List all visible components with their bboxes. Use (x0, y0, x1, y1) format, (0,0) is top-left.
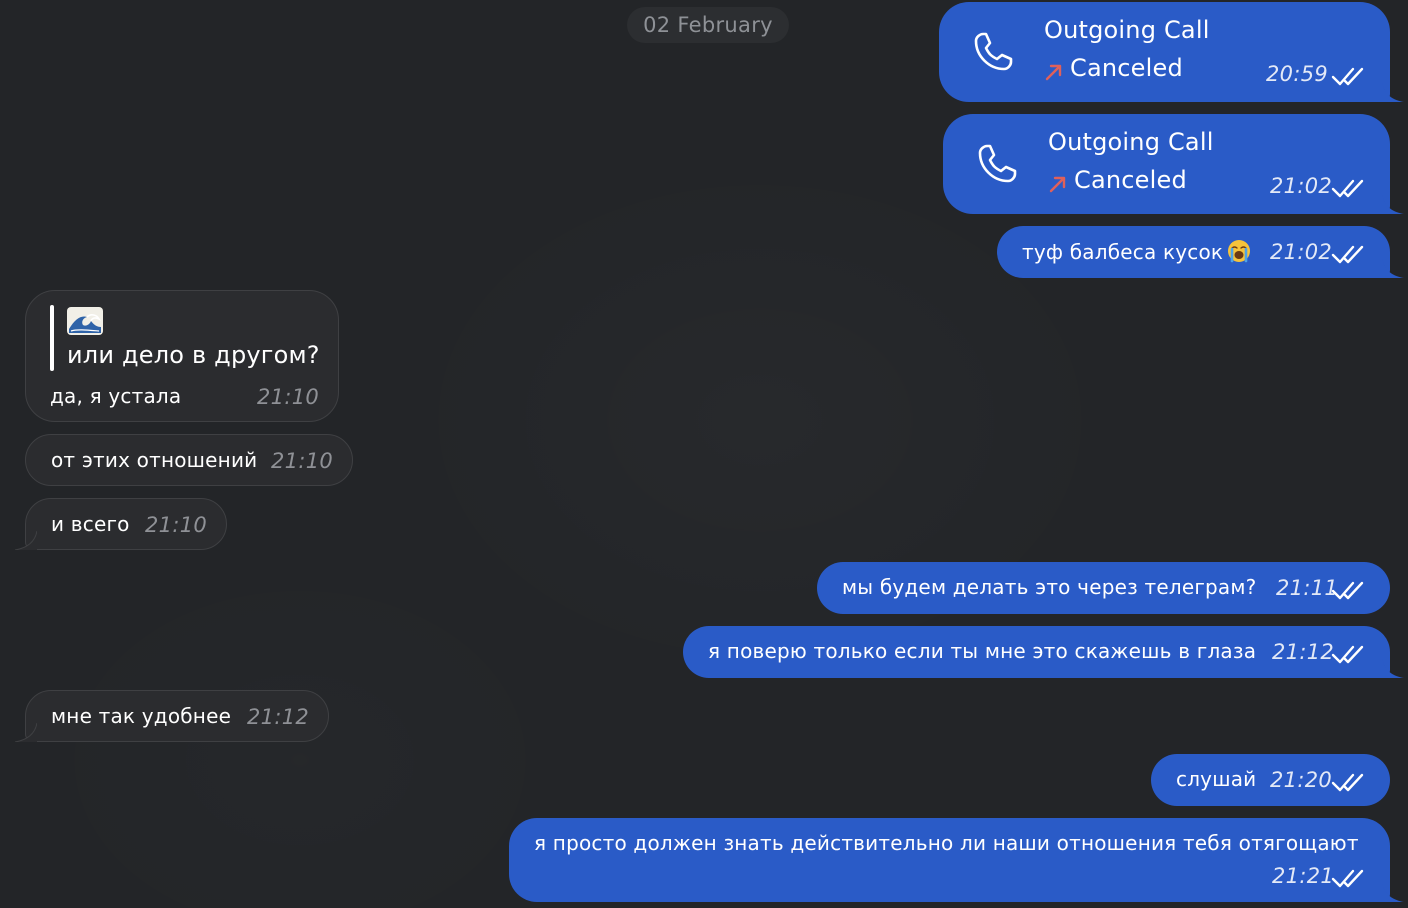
double-check-icon (1331, 179, 1364, 198)
call-title: Outgoing Call (1048, 128, 1214, 156)
incoming-reply-message[interactable]: или дело в другом? да, я устала 21:10 (25, 290, 339, 422)
message-time: 20:59 (1266, 62, 1329, 86)
call-title: Outgoing Call (1044, 16, 1210, 44)
message-time: 21:10 (271, 449, 334, 473)
message-time: 21:21 (1272, 864, 1335, 888)
double-check-icon (1331, 245, 1364, 264)
bubble-tail (1382, 658, 1404, 678)
bubble-tail (14, 530, 37, 550)
message-text: мы будем делать это через телеграм? (842, 575, 1257, 599)
incoming-message[interactable]: и всего 21:10 (14, 498, 227, 550)
message-text: мне так удобнее (51, 704, 232, 728)
phone-icon (974, 32, 1013, 71)
incoming-message[interactable]: мне так удобнее 21:12 (14, 690, 329, 742)
outgoing-arrow-icon (1049, 176, 1066, 193)
message-time: 21:20 (1270, 768, 1333, 792)
call-status: Canceled (1070, 54, 1183, 82)
reply-quote-text: или дело в другом? (67, 341, 320, 369)
message-time: 21:12 (247, 705, 310, 729)
message-time: 21:02 (1270, 240, 1333, 264)
message-text: слушай (1176, 767, 1257, 791)
outgoing-message[interactable]: я поверю только если ты мне это скажешь … (683, 626, 1404, 678)
outgoing-arrow-icon (1045, 64, 1062, 81)
bubble-tail (1382, 882, 1404, 902)
message-time: 21:02 (1270, 174, 1333, 198)
reply-quote-bar (50, 305, 54, 371)
call-message[interactable]: Outgoing Call Canceled 21:02 (943, 114, 1404, 214)
double-check-icon (1331, 869, 1364, 888)
message-time: 21:10 (257, 385, 320, 409)
message-time: 21:10 (145, 513, 208, 537)
outgoing-message[interactable]: туф балбеса кусок 21:02 (997, 226, 1404, 278)
bubble-tail (1382, 82, 1404, 102)
phone-icon (978, 144, 1017, 183)
date-separator: 02 February (627, 7, 789, 43)
message-text: и всего (51, 512, 130, 536)
loudly-crying-face-icon (1228, 240, 1251, 263)
outgoing-message[interactable]: я просто должен знать действительно ли н… (509, 818, 1404, 902)
double-check-icon (1331, 773, 1364, 792)
message-text: я поверю только если ты мне это скажешь … (708, 639, 1257, 663)
outgoing-message[interactable]: мы будем делать это через телеграм? 21:1… (817, 562, 1390, 614)
message-time: 21:11 (1276, 576, 1339, 600)
message-text: я просто должен знать действительно ли н… (534, 831, 1359, 855)
water-wave-icon (67, 307, 103, 335)
bubble-tail (1382, 194, 1404, 214)
call-message[interactable]: Outgoing Call Canceled 20:59 (939, 2, 1404, 102)
message-text-content: туф балбеса кусок (1022, 240, 1224, 264)
message-text: от этих отношений (51, 448, 258, 472)
incoming-message[interactable]: от этих отношений 21:10 (25, 434, 353, 486)
outgoing-message[interactable]: слушай 21:20 (1151, 754, 1390, 806)
bubble-tail (1382, 258, 1404, 278)
message-time: 21:12 (1272, 640, 1335, 664)
call-status: Canceled (1074, 166, 1187, 194)
bubble-tail (14, 722, 37, 742)
message-text: туф балбеса кусок (1022, 239, 1251, 264)
double-check-icon (1331, 645, 1364, 664)
message-text: да, я устала (50, 384, 182, 408)
double-check-icon (1331, 67, 1364, 86)
double-check-icon (1331, 581, 1364, 600)
